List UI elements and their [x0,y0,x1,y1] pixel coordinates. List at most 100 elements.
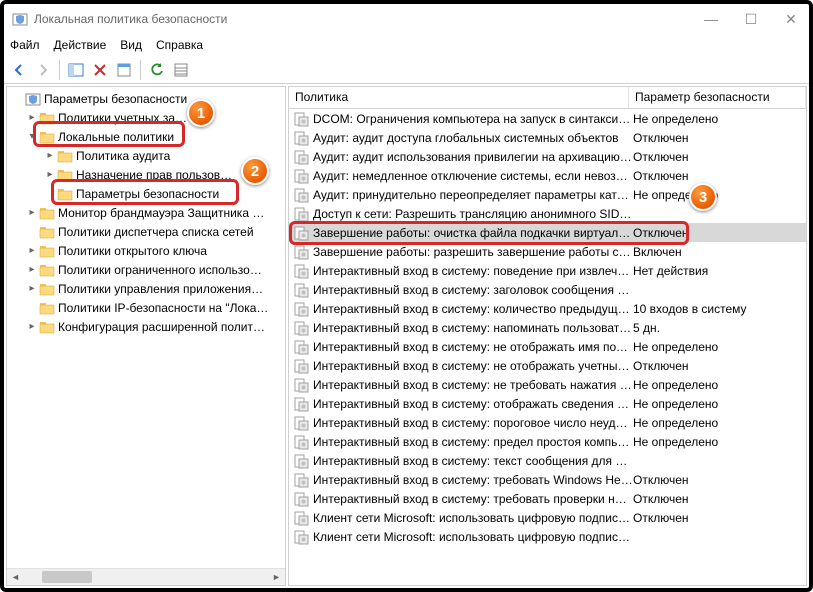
tree-item-label: Параметры безопасности [76,187,219,201]
tree-item[interactable]: ▸ Политики учетных за… [7,108,285,127]
policy-row[interactable]: Интерактивный вход в систему: пороговое … [289,413,806,432]
policy-row[interactable]: DCOM: Ограничения компьютера на запуск в… [289,109,806,128]
policy-name: Интерактивный вход в систему: заголовок … [313,283,633,297]
properties-button[interactable] [113,59,135,81]
policy-row[interactable]: Интерактивный вход в систему: поведение … [289,261,806,280]
policy-setting: 10 входов в систему [633,302,806,316]
policy-setting: Включен [633,245,806,259]
policy-row[interactable]: Интерактивный вход в систему: не требова… [289,375,806,394]
policy-setting: Не определено [633,112,806,126]
policy-row[interactable]: Интерактивный вход в систему: заголовок … [289,280,806,299]
tree-item[interactable]: ▸ Политики управления приложения… [7,279,285,298]
window: Локальная политика безопасности — ☐ ✕ Фа… [0,0,813,592]
tree-item[interactable]: ▸Конфигурация расширенной полит… [7,317,285,336]
menu-action[interactable]: Действие [54,38,107,52]
tree-item-label: Монитор брандмауэра Защитника … [58,206,264,220]
policy-row[interactable]: Аудит: принудительно переопределяет пара… [289,185,806,204]
tree-item[interactable]: Параметры безопасности [7,184,285,203]
expand-icon[interactable]: ▸ [25,321,39,332]
policy-setting: 5 дн. [633,321,806,335]
expand-icon[interactable]: ▸ [25,207,39,218]
maximize-button[interactable]: ☐ [741,11,761,28]
tree-root[interactable]: Параметры безопасности [7,89,285,108]
policy-setting: Не определено [633,188,806,202]
tree-item[interactable]: ▸ Политики ограниченного использо… [7,260,285,279]
policy-row[interactable]: Интерактивный вход в систему: не отображ… [289,337,806,356]
tree-item-label: Политики управления приложения… [58,282,263,296]
policy-row[interactable]: Аудит: аудит использования привилегии на… [289,147,806,166]
export-list-button[interactable] [170,59,192,81]
policy-name: Аудит: аудит доступа глобальных системны… [313,131,633,145]
policy-setting: Не определено [633,435,806,449]
toolbar [4,56,809,84]
window-title: Локальная политика безопасности [34,12,701,26]
expand-icon[interactable]: ▸ [43,169,57,180]
policy-row[interactable]: Интерактивный вход в систему: напоминать… [289,318,806,337]
policy-row[interactable]: Интерактивный вход в систему: текст сооб… [289,451,806,470]
policy-name: Клиент сети Microsoft: использовать цифр… [313,511,633,525]
minimize-button[interactable]: — [701,11,721,28]
policy-name: DCOM: Ограничения компьютера на запуск в… [313,112,633,126]
policy-row[interactable]: Интерактивный вход в систему: отображать… [289,394,806,413]
policy-name: Интерактивный вход в систему: текст сооб… [313,454,633,468]
policy-row[interactable]: Интерактивный вход в систему: количество… [289,299,806,318]
policy-row[interactable]: Интерактивный вход в систему: требовать … [289,489,806,508]
policy-row[interactable]: Аудит: аудит доступа глобальных системны… [289,128,806,147]
policy-name: Интерактивный вход в систему: отображать… [313,397,633,411]
expand-icon[interactable]: ▾ [25,131,39,142]
policy-setting: Нет действия [633,264,806,278]
policy-row[interactable]: Интерактивный вход в систему: не отображ… [289,356,806,375]
policy-setting: Отключен [633,226,806,240]
show-hide-tree-button[interactable] [65,59,87,81]
expand-icon[interactable]: ▸ [25,264,39,275]
policy-row[interactable]: Завершение работы: очистка файла подкачк… [289,223,806,242]
forward-button[interactable] [32,59,54,81]
list-body[interactable]: DCOM: Ограничения компьютера на запуск в… [289,109,806,585]
policy-row[interactable]: Клиент сети Microsoft: использовать цифр… [289,527,806,546]
tree-item[interactable]: Политики IP-безопасности на "Лока… [7,298,285,317]
titlebar: Локальная политика безопасности — ☐ ✕ [4,4,809,34]
column-setting[interactable]: Параметр безопасности [629,87,806,108]
app-icon [12,11,28,27]
policy-name: Завершение работы: очистка файла подкачк… [313,226,633,240]
policy-name: Интерактивный вход в систему: напоминать… [313,321,633,335]
policy-row[interactable]: Аудит: немедленное отключение системы, е… [289,166,806,185]
back-button[interactable] [8,59,30,81]
policy-name: Интерактивный вход в систему: требовать … [313,492,633,506]
tree-item[interactable]: ▸ Монитор брандмауэра Защитника … [7,203,285,222]
policy-setting: Отключен [633,131,806,145]
tree-item[interactable]: ▸ Назначение прав пользов… [7,165,285,184]
menu-help[interactable]: Справка [156,38,203,52]
toolbar-separator [140,60,141,80]
expand-icon[interactable]: ▸ [43,150,57,161]
policy-row[interactable]: Интерактивный вход в систему: требовать … [289,470,806,489]
policy-row[interactable]: Доступ к сети: Разрешить трансляцию анон… [289,204,806,223]
tree-item[interactable]: ▸Политики открытого ключа [7,241,285,260]
policy-setting: Не определено [633,378,806,392]
policy-row[interactable]: Интерактивный вход в систему: предел про… [289,432,806,451]
expand-icon[interactable]: ▸ [25,283,39,294]
delete-button[interactable] [89,59,111,81]
tree-hscrollbar[interactable]: ◄► [7,568,285,585]
policy-name: Интерактивный вход в систему: поведение … [313,264,633,278]
tree-root-label: Параметры безопасности [44,92,187,106]
expand-icon[interactable]: ▸ [25,112,39,123]
tree-item[interactable]: ▾Локальные политики [7,127,285,146]
policy-name: Клиент сети Microsoft: использовать цифр… [313,530,633,544]
expand-icon[interactable]: ▸ [25,245,39,256]
menu-view[interactable]: Вид [120,38,142,52]
tree-item-label: Политики учетных за… [58,111,187,125]
policy-name: Завершение работы: разрешить завершение … [313,245,633,259]
column-policy[interactable]: Политика [289,87,629,108]
menu-file[interactable]: Файл [10,38,40,52]
tree-body[interactable]: Параметры безопасности ▸ Политики учетных … [7,87,285,568]
close-button[interactable]: ✕ [781,11,801,28]
refresh-button[interactable] [146,59,168,81]
policy-setting: Отключен [633,473,806,487]
tree-item[interactable]: ▸Политика аудита [7,146,285,165]
policy-row[interactable]: Завершение работы: разрешить завершение … [289,242,806,261]
tree-item[interactable]: Политики диспетчера списка сетей [7,222,285,241]
tree-item-label: Политики ограниченного использо… [58,263,262,277]
policy-row[interactable]: Клиент сети Microsoft: использовать цифр… [289,508,806,527]
tree-item-label: Назначение прав пользов… [76,168,232,182]
